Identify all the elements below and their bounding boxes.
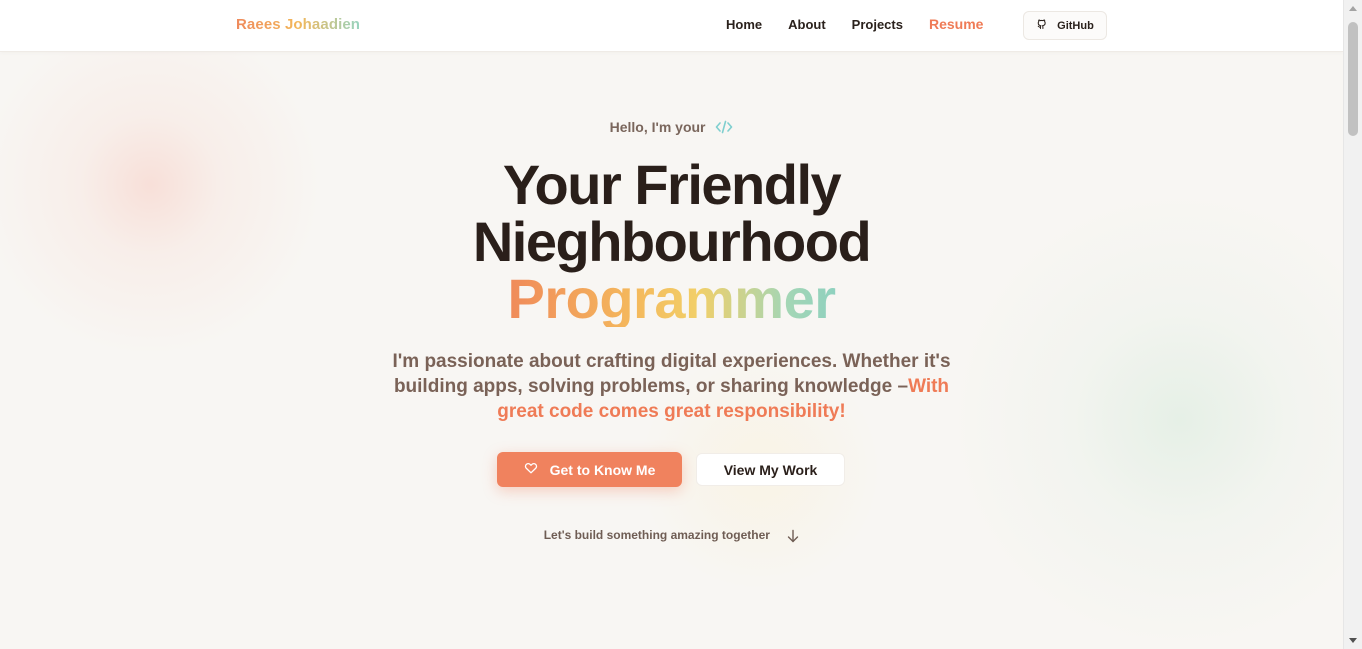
page-viewport: Raees Johaadien Home About Projects Resu… bbox=[0, 0, 1343, 649]
hero-headline: Your Friendly Nieghbourhood Programmer bbox=[0, 156, 1343, 327]
hero-greeting: Hello, I'm your bbox=[0, 119, 1343, 138]
nav-link-resume[interactable]: Resume bbox=[929, 16, 983, 32]
brand-logo-text[interactable]: Raees Johaadien bbox=[236, 16, 360, 33]
headline-line-1: Your Friendly bbox=[502, 153, 842, 216]
scroll-hint[interactable]: Let's build something amazing together bbox=[0, 528, 1343, 546]
headline-line-2: Nieghbourhood bbox=[472, 210, 872, 273]
top-navbar: Raees Johaadien Home About Projects Resu… bbox=[0, 0, 1343, 52]
code-icon bbox=[715, 119, 733, 138]
nav-link-projects[interactable]: Projects bbox=[852, 17, 903, 32]
scroll-down-arrow[interactable] bbox=[1349, 638, 1357, 643]
get-to-know-me-button[interactable]: Get to Know Me bbox=[497, 452, 682, 487]
nav-links: Home About Projects Resume bbox=[726, 16, 1009, 32]
nav-link-about[interactable]: About bbox=[788, 17, 826, 32]
arrow-down-icon bbox=[787, 529, 799, 546]
scroll-hint-text: Let's build something amazing together bbox=[543, 528, 770, 542]
github-icon bbox=[1036, 18, 1048, 33]
view-my-work-button[interactable]: View My Work bbox=[696, 453, 845, 486]
github-button[interactable]: GitHub bbox=[1023, 11, 1107, 40]
scroll-up-arrow[interactable] bbox=[1349, 6, 1357, 11]
hero-tagline: I'm passionate about crafting digital ex… bbox=[375, 349, 968, 424]
tagline-text: I'm passionate about crafting digital ex… bbox=[392, 351, 951, 397]
headline-highlight: Programmer bbox=[507, 267, 836, 330]
scrollbar-thumb[interactable] bbox=[1348, 22, 1358, 136]
github-label: GitHub bbox=[1057, 19, 1094, 32]
hero-section: Hello, I'm your Your Friendly Nieghbourh… bbox=[0, 52, 1343, 649]
heart-icon bbox=[524, 461, 538, 478]
page-scrollbar[interactable] bbox=[1343, 0, 1362, 649]
nav-link-home[interactable]: Home bbox=[726, 17, 762, 32]
primary-button-label: Get to Know Me bbox=[549, 461, 656, 478]
greeting-text: Hello, I'm your bbox=[609, 119, 706, 135]
secondary-button-label: View My Work bbox=[723, 461, 818, 478]
